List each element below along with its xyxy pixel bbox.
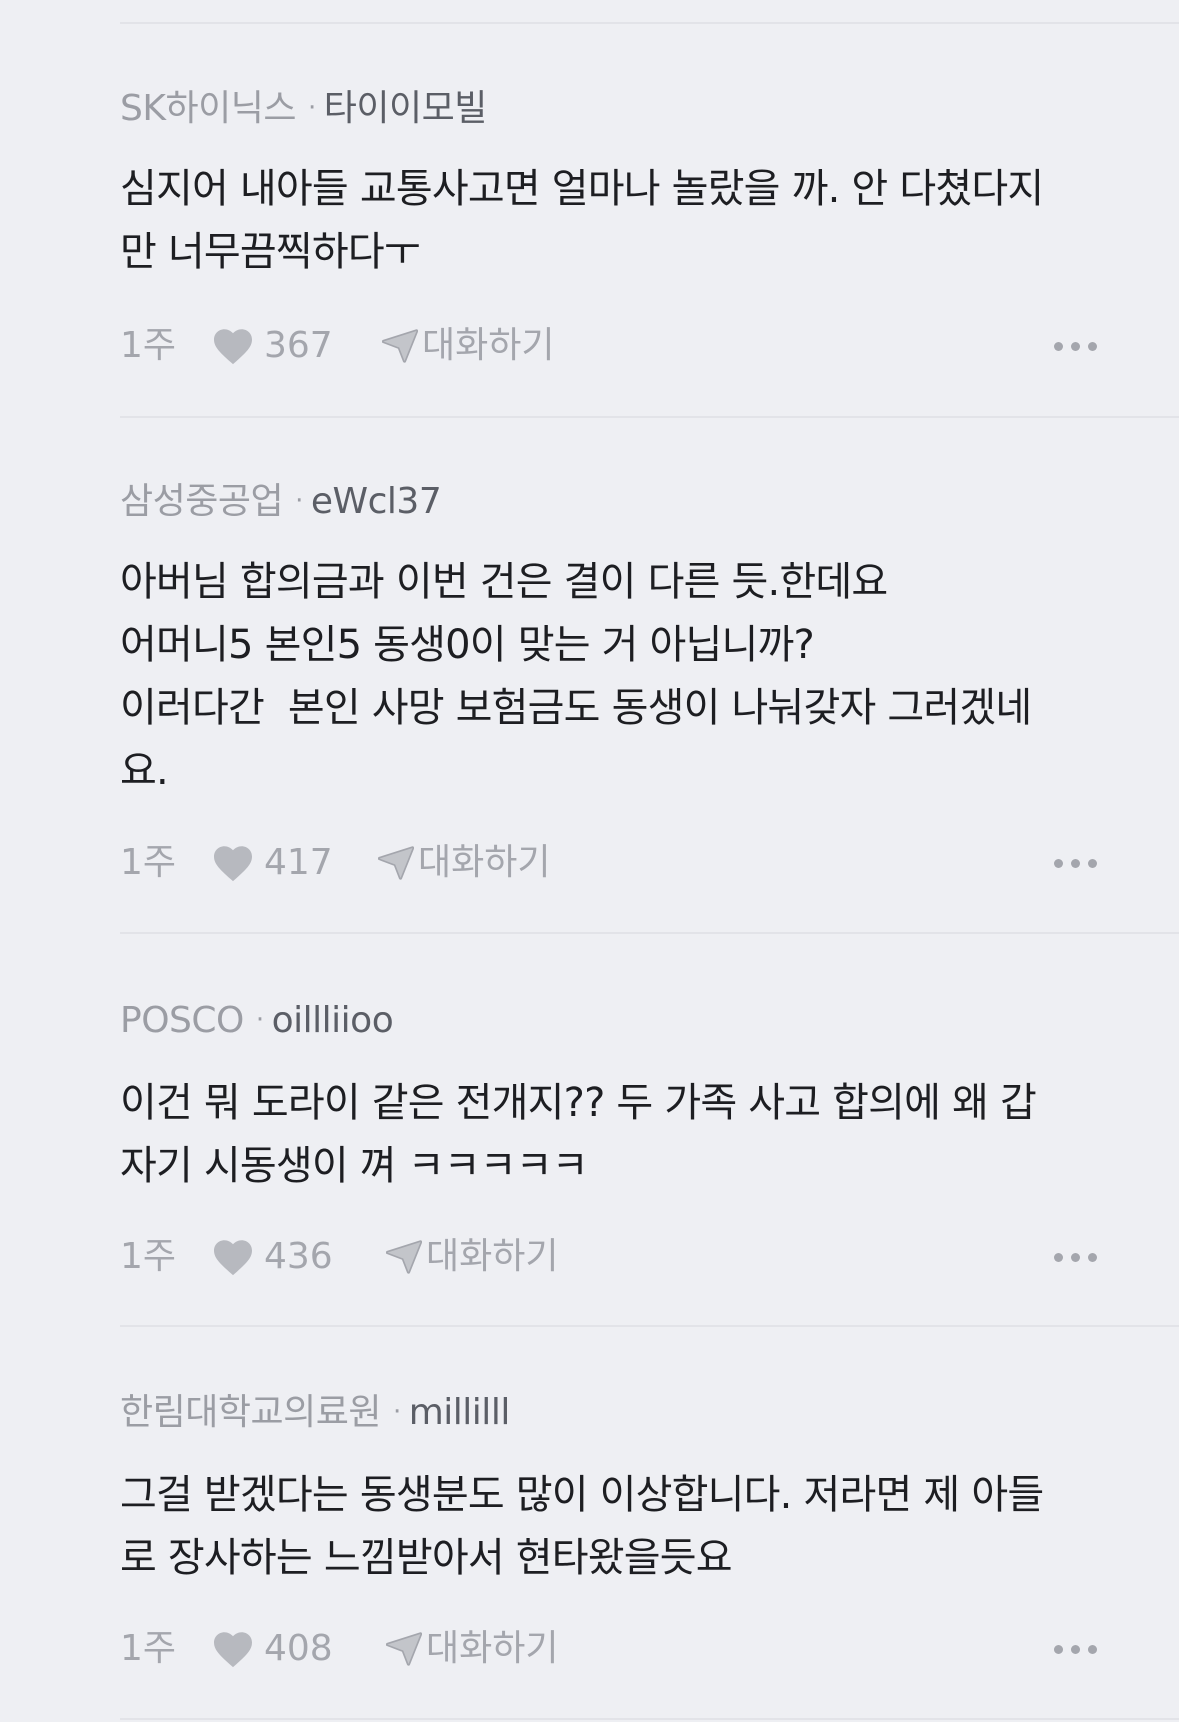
reply-button[interactable]: 대화하기: [386, 1235, 558, 1279]
reply-button[interactable]: 대화하기: [378, 841, 550, 885]
comment-text: 그걸 받겠다는 동생분도 많이 이상합니다. 저라면 제 아들 로 장사하는 느…: [120, 1472, 1044, 1581]
comment-meta: POSCO · oillliioo: [120, 998, 394, 1043]
reply-label: 대화하기: [426, 1236, 559, 1277]
paper-plane-icon: [378, 846, 414, 880]
like-count: 408: [264, 1628, 333, 1669]
more-dots-icon[interactable]: [1046, 1627, 1097, 1671]
like-count: 436: [264, 1236, 333, 1277]
reply-label: 대화하기: [426, 1628, 559, 1669]
meta-separator: ·: [295, 486, 303, 516]
like-button[interactable]: 367: [212, 324, 333, 368]
comment-time: 1주: [120, 1236, 177, 1277]
divider: [120, 932, 1179, 934]
heart-icon: [214, 1240, 252, 1276]
reply-label: 대화하기: [418, 842, 551, 883]
meta-separator: ·: [255, 1005, 264, 1035]
like-button[interactable]: 408: [212, 1627, 333, 1671]
comment-meta: SK하이닉스 · 타이이모빌: [120, 86, 487, 131]
divider: [120, 416, 1179, 418]
author-company[interactable]: SK하이닉스: [120, 88, 296, 129]
author-company[interactable]: POSCO: [120, 1000, 244, 1041]
author-nickname[interactable]: 타이이모빌: [324, 88, 488, 129]
meta-separator: ·: [392, 1397, 401, 1427]
comment-time: 1주: [120, 842, 177, 883]
comment-text: 아버님 합의금과 이번 건은 결이 다른 듯.한데요 어머니5 본인5 동생0이…: [120, 559, 1032, 794]
paper-plane-icon: [386, 1240, 422, 1274]
author-nickname[interactable]: oillliioo: [272, 1000, 394, 1041]
comment-actions: 1주 408 대화하기: [120, 1627, 1179, 1671]
like-button[interactable]: 417: [212, 841, 333, 885]
comment-meta: 한림대학교의료원 · millilll: [120, 1390, 510, 1435]
like-count: 417: [264, 842, 333, 883]
heart-icon: [214, 329, 252, 365]
comment-time: 1주: [120, 325, 177, 366]
divider: [120, 22, 1179, 24]
meta-separator: ·: [307, 93, 316, 123]
heart-icon: [214, 1632, 252, 1668]
paper-plane-icon: [386, 1632, 422, 1666]
author-company[interactable]: 삼성중공업: [120, 481, 284, 522]
like-count: 367: [264, 325, 333, 366]
reply-button[interactable]: 대화하기: [386, 1627, 558, 1671]
comment-actions: 1주 367 대화하기: [120, 324, 1179, 368]
reply-label: 대화하기: [422, 325, 555, 366]
comment-actions: 1주 417 대화하기: [120, 841, 1179, 885]
comment-meta: 삼성중공업 · eWcl37: [120, 479, 442, 524]
author-company[interactable]: 한림대학교의료원: [120, 1392, 381, 1433]
comment-actions: 1주 436 대화하기: [120, 1235, 1179, 1279]
comment-text: 이건 뭐 도라이 같은 전개지?? 두 가족 사고 합의에 왜 갑 자기 시동생…: [120, 1080, 1037, 1189]
like-button[interactable]: 436: [212, 1235, 333, 1279]
author-nickname[interactable]: eWcl37: [311, 481, 442, 522]
more-dots-icon[interactable]: [1046, 324, 1097, 368]
author-nickname[interactable]: millilll: [409, 1392, 511, 1433]
more-dots-icon[interactable]: [1046, 841, 1097, 885]
heart-icon: [214, 846, 252, 882]
comment-time: 1주: [120, 1628, 177, 1669]
more-dots-icon[interactable]: [1046, 1235, 1097, 1279]
reply-button[interactable]: 대화하기: [382, 324, 554, 368]
divider: [120, 1325, 1179, 1327]
divider: [120, 1718, 1179, 1720]
paper-plane-icon: [382, 329, 418, 363]
comment-text: 심지어 내아들 교통사고면 얼마나 놀랐을 까. 안 다쳤다지 만 너무끔찍하다…: [120, 166, 1044, 275]
